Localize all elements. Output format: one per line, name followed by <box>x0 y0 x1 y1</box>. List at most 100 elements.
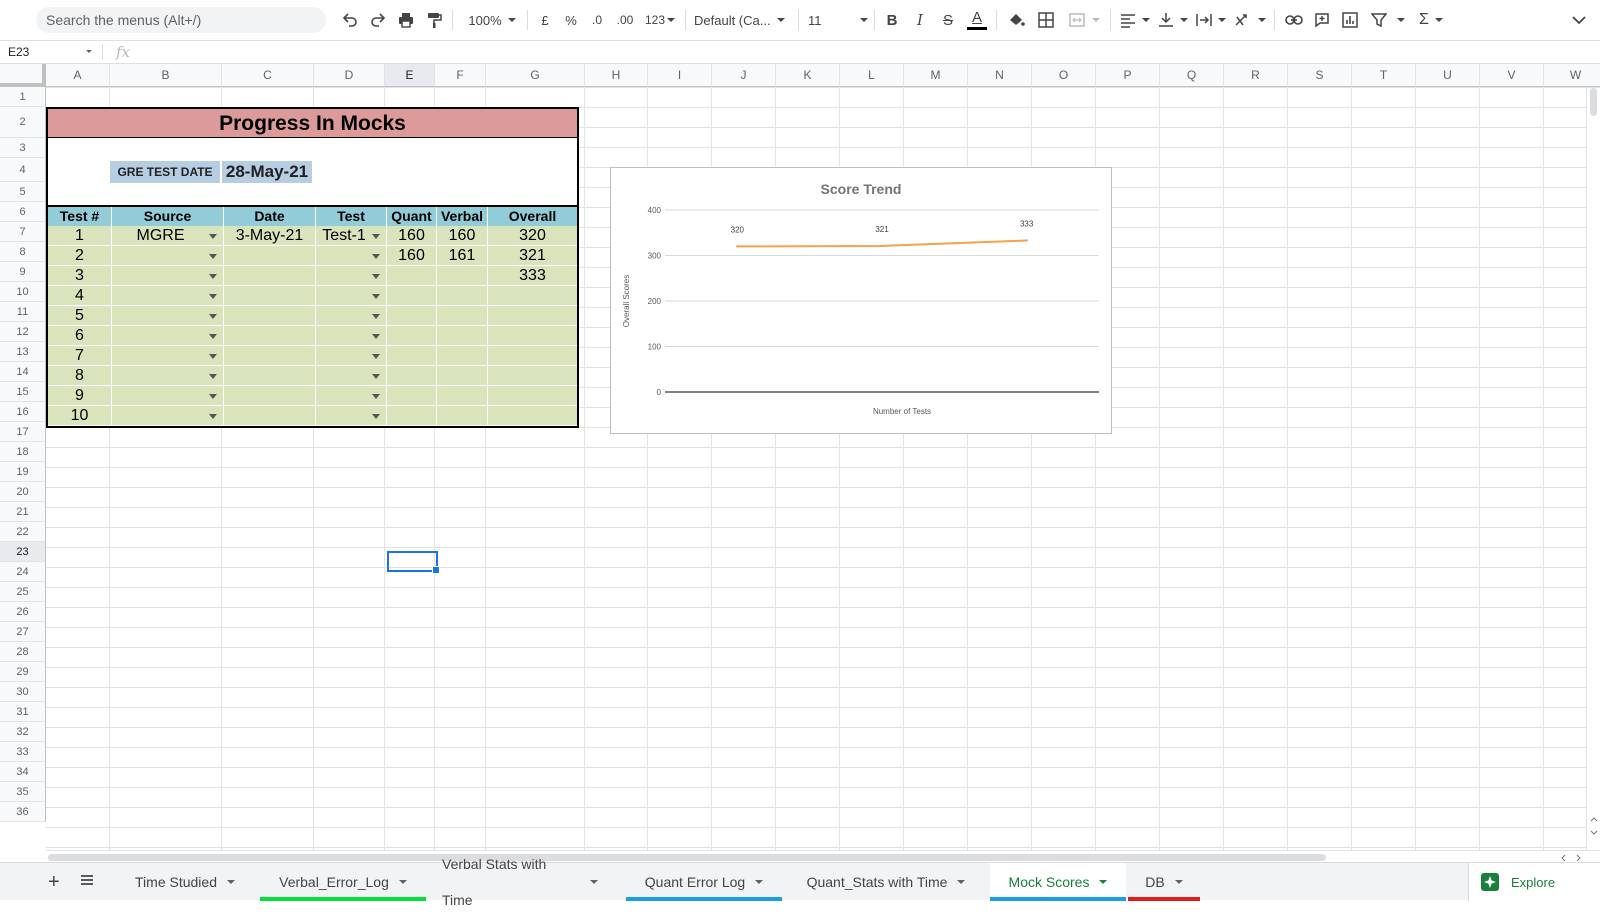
column-header-d[interactable]: D <box>314 64 385 87</box>
cell-source[interactable] <box>112 306 224 326</box>
sheet-tab-verbal-stats-with-time[interactable]: Verbal Stats with Time <box>426 856 614 908</box>
cell-date[interactable] <box>224 286 316 306</box>
chevron-down-icon[interactable] <box>398 880 407 884</box>
column-header-k[interactable]: K <box>776 64 840 87</box>
cell-n[interactable]: 3 <box>48 266 112 286</box>
sheet-tab-quant-error-log[interactable]: Quant Error Log <box>626 863 782 901</box>
dropdown-arrow-icon[interactable] <box>209 394 217 399</box>
dropdown-arrow-icon[interactable] <box>209 334 217 339</box>
row-header-30[interactable]: 30 <box>0 682 46 702</box>
cell-verbal[interactable]: 160 <box>437 226 488 246</box>
sheet-tab-db[interactable]: DB <box>1128 863 1200 901</box>
scroll-up-icon[interactable] <box>1590 816 1598 822</box>
row-header-26[interactable]: 26 <box>0 602 46 622</box>
cell-test[interactable] <box>316 326 387 346</box>
cell-overall[interactable] <box>488 346 577 366</box>
row-header-7[interactable]: 7 <box>0 222 46 242</box>
cell-quant[interactable] <box>387 406 437 426</box>
text-wrap-icon[interactable] <box>1194 6 1228 34</box>
all-sheets-icon[interactable] <box>80 874 94 889</box>
dropdown-arrow-icon[interactable] <box>372 394 380 399</box>
row-header-19[interactable]: 19 <box>0 462 46 482</box>
cell-verbal[interactable] <box>437 286 488 306</box>
dropdown-arrow-icon[interactable] <box>209 234 217 239</box>
cell-source[interactable] <box>112 386 224 406</box>
row-header-31[interactable]: 31 <box>0 702 46 722</box>
column-header-u[interactable]: U <box>1416 64 1480 87</box>
cell-verbal[interactable] <box>437 346 488 366</box>
column-header-p[interactable]: P <box>1096 64 1160 87</box>
insert-link-icon[interactable] <box>1282 6 1306 34</box>
dropdown-arrow-icon[interactable] <box>209 414 217 419</box>
formula-input[interactable] <box>146 41 1586 63</box>
dropdown-arrow-icon[interactable] <box>209 294 217 299</box>
increase-decimal-button[interactable]: .00 <box>612 6 638 34</box>
row-header-20[interactable]: 20 <box>0 482 46 502</box>
zoom-select[interactable]: 100% <box>464 6 520 34</box>
row-header-13[interactable]: 13 <box>0 342 46 362</box>
row-header-22[interactable]: 22 <box>0 522 46 542</box>
cell-date[interactable] <box>224 366 316 386</box>
cell-source[interactable] <box>112 366 224 386</box>
sheet-tab-mock-scores[interactable]: Mock Scores <box>990 863 1126 901</box>
undo-icon[interactable] <box>338 6 362 34</box>
column-header-t[interactable]: T <box>1352 64 1416 87</box>
font-family-select[interactable]: Default (Ca... <box>694 6 790 34</box>
cell-overall[interactable]: 321 <box>488 246 577 266</box>
cell-source[interactable]: MGRE <box>112 226 224 246</box>
chevron-down-icon[interactable] <box>755 880 764 884</box>
column-header-c[interactable]: C <box>222 64 314 87</box>
insert-chart-icon[interactable] <box>1338 6 1362 34</box>
row-header-36[interactable]: 36 <box>0 802 46 822</box>
text-color-button[interactable]: A <box>966 6 988 34</box>
chevron-down-icon[interactable] <box>226 880 235 884</box>
currency-format-button[interactable]: £ <box>536 6 554 34</box>
row-header-9[interactable]: 9 <box>0 262 46 282</box>
cell-n[interactable]: 8 <box>48 366 112 386</box>
name-box[interactable]: E23 <box>0 41 100 63</box>
gre-test-date-value[interactable]: 28-May-21 <box>222 161 312 183</box>
align-vertical-icon[interactable] <box>1156 6 1190 34</box>
cell-source[interactable] <box>112 246 224 266</box>
explore-button[interactable]: Explore <box>1468 863 1600 901</box>
text-rotation-icon[interactable] <box>1232 6 1268 34</box>
column-header-r[interactable]: R <box>1224 64 1288 87</box>
row-header-6[interactable]: 6 <box>0 202 46 222</box>
cell-overall[interactable] <box>488 366 577 386</box>
sheet-tab-quant-stats-with-time[interactable]: Quant_Stats with Time <box>784 863 988 901</box>
cell-overall[interactable] <box>488 406 577 426</box>
row-header-27[interactable]: 27 <box>0 622 46 642</box>
cell-verbal[interactable] <box>437 386 488 406</box>
row-header-15[interactable]: 15 <box>0 382 46 402</box>
cell-verbal[interactable] <box>437 326 488 346</box>
row-header-29[interactable]: 29 <box>0 662 46 682</box>
column-header-w[interactable]: W <box>1544 64 1600 87</box>
cell-test[interactable] <box>316 286 387 306</box>
dropdown-arrow-icon[interactable] <box>372 294 380 299</box>
collapse-toolbar-icon[interactable] <box>1568 6 1590 34</box>
filter-icon[interactable] <box>1366 6 1410 34</box>
row-header-24[interactable]: 24 <box>0 562 46 582</box>
cell-n[interactable]: 1 <box>48 226 112 246</box>
row-header-35[interactable]: 35 <box>0 782 46 802</box>
cell-source[interactable] <box>112 346 224 366</box>
column-header-n[interactable]: N <box>968 64 1032 87</box>
scroll-right-icon[interactable] <box>1576 854 1582 862</box>
borders-icon[interactable] <box>1034 6 1058 34</box>
cell-date[interactable] <box>224 246 316 266</box>
fill-color-icon[interactable] <box>1004 6 1028 34</box>
selected-cell-e23[interactable] <box>387 551 440 574</box>
row-header-8[interactable]: 8 <box>0 242 46 262</box>
column-header-a[interactable]: A <box>46 64 110 87</box>
cell-quant[interactable] <box>387 286 437 306</box>
print-icon[interactable] <box>394 6 418 34</box>
cell-overall[interactable] <box>488 326 577 346</box>
cell-date[interactable]: 3-May-21 <box>224 226 316 246</box>
cell-n[interactable]: 4 <box>48 286 112 306</box>
row-header-23[interactable]: 23 <box>0 542 46 562</box>
chevron-down-icon[interactable] <box>1099 880 1108 884</box>
cell-n[interactable]: 10 <box>48 406 112 426</box>
cell-verbal[interactable] <box>437 366 488 386</box>
row-header-21[interactable]: 21 <box>0 502 46 522</box>
cell-test[interactable] <box>316 306 387 326</box>
